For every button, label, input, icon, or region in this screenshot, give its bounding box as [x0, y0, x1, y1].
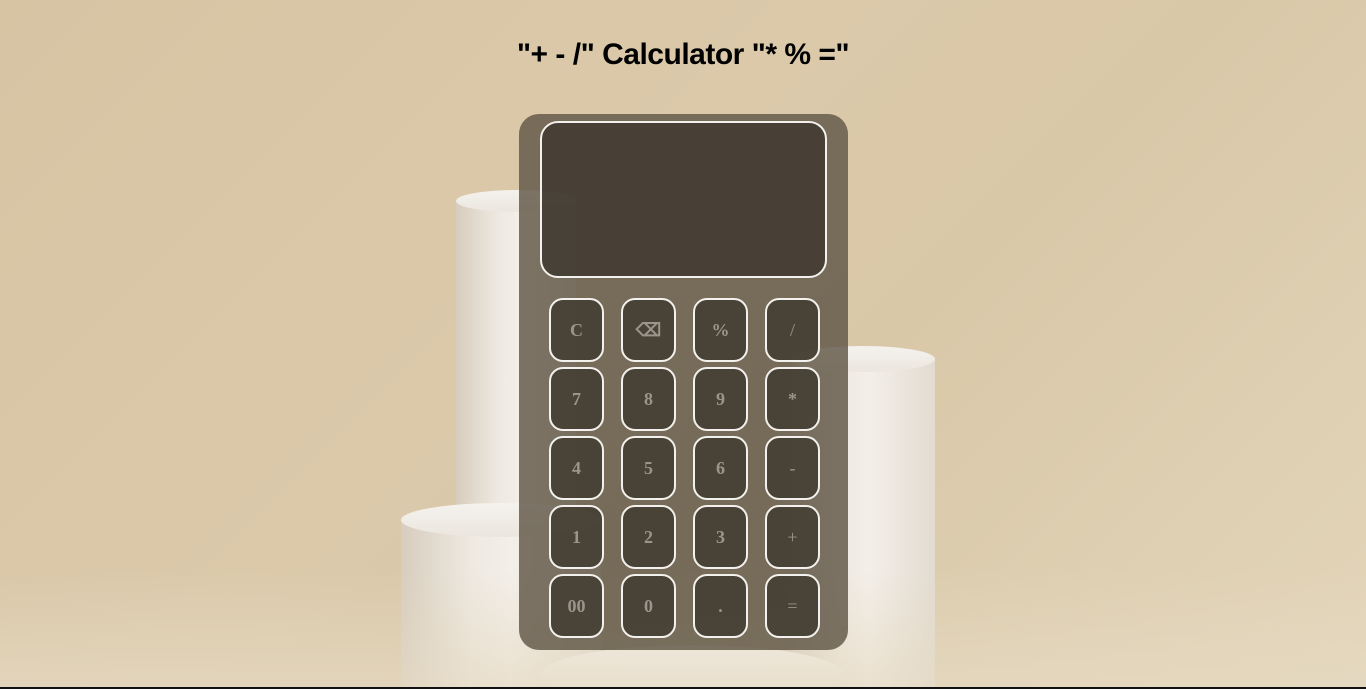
digit-0-button[interactable]: 0: [621, 574, 676, 638]
page-title: "+ - /" Calculator "* % =": [516, 38, 850, 71]
add-button[interactable]: +: [765, 505, 820, 569]
multiply-button[interactable]: *: [765, 367, 820, 431]
equals-button[interactable]: =: [765, 574, 820, 638]
double-zero-button[interactable]: 00: [549, 574, 604, 638]
digit-8-button[interactable]: 8: [621, 367, 676, 431]
digit-4-button[interactable]: 4: [549, 436, 604, 500]
digit-6-button[interactable]: 6: [693, 436, 748, 500]
digit-3-button[interactable]: 3: [693, 505, 748, 569]
divide-button[interactable]: /: [765, 298, 820, 362]
digit-7-button[interactable]: 7: [549, 367, 604, 431]
pedestal-front-low-top: [540, 645, 845, 689]
keypad: C ⌫%/7 8 9 * 4 5 6-1 2 3 +00 0. =: [549, 298, 820, 638]
clear-button[interactable]: C: [549, 298, 604, 362]
subtract-button[interactable]: -: [765, 436, 820, 500]
calculator-display: [540, 121, 827, 278]
digit-9-button[interactable]: 9: [693, 367, 748, 431]
digit-5-button[interactable]: 5: [621, 436, 676, 500]
calculator: C ⌫%/7 8 9 * 4 5 6-1 2 3 +00 0. =: [519, 114, 848, 650]
decimal-point-button[interactable]: .: [693, 574, 748, 638]
digit-1-button[interactable]: 1: [549, 505, 604, 569]
percent-button[interactable]: %: [693, 298, 748, 362]
backspace-button[interactable]: ⌫: [621, 298, 676, 362]
digit-2-button[interactable]: 2: [621, 505, 676, 569]
